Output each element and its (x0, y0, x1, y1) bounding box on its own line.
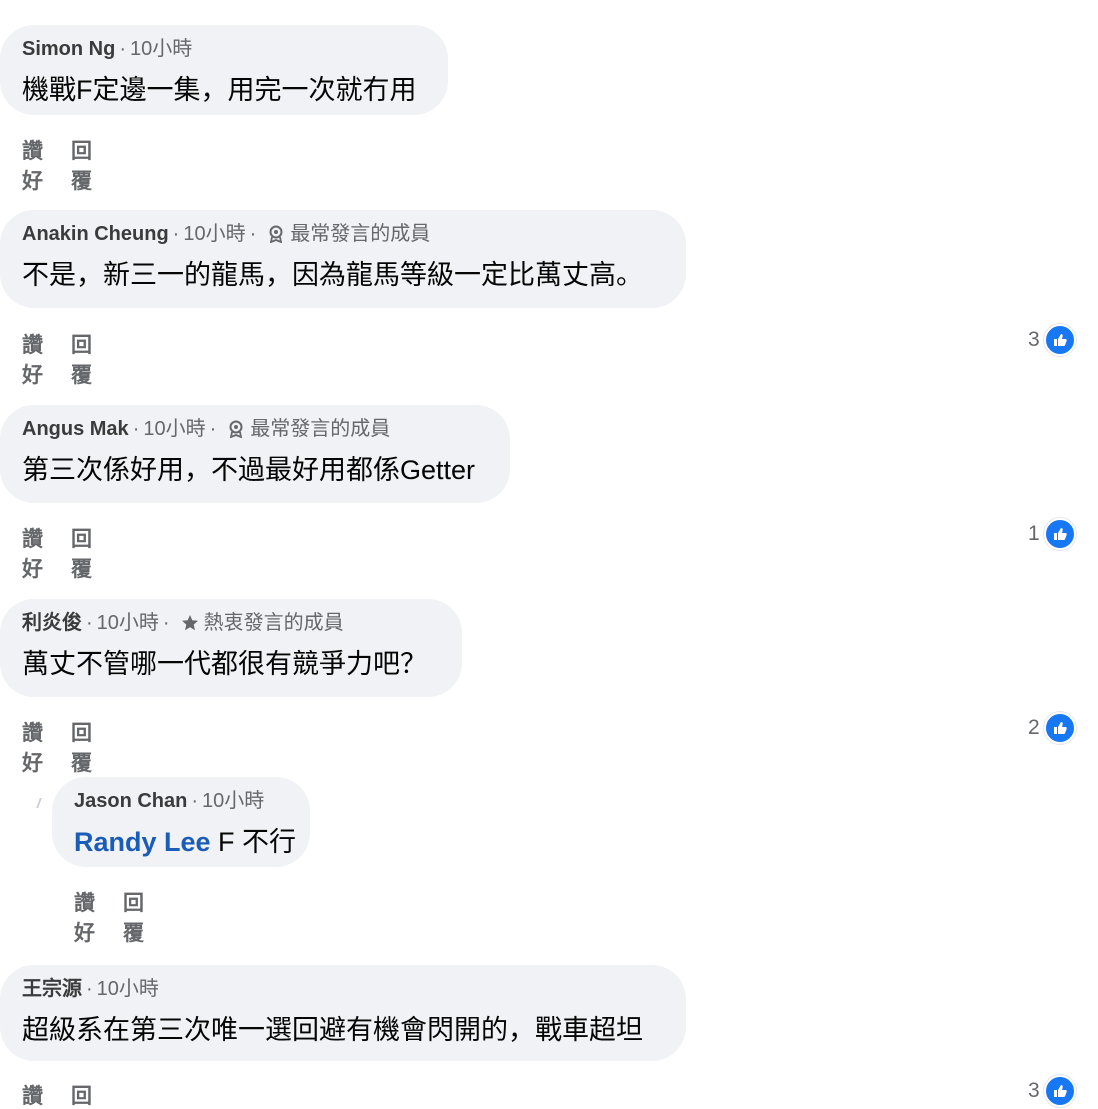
comment-time[interactable]: 10小時 (97, 610, 159, 636)
comment-bubble: Jason Chan · 10小時 Randy Lee F 不行 (52, 777, 310, 867)
comment-text: 超級系在第三次唯一選回避有機會閃開的，戰車超坦 (22, 1015, 643, 1045)
comment-bubble: 王宗源 · 10小時 超級系在第三次唯一選回避有機會閃開的，戰車超坦 (0, 965, 686, 1061)
award-badge-icon (226, 419, 246, 439)
separator-dot: · (86, 978, 93, 1000)
award-badge-icon (266, 224, 286, 244)
comment-bubble: Simon Ng · 10小時 機戰F定邊一集，用完一次就冇用 (0, 25, 448, 115)
comment-time[interactable]: 10小時 (202, 788, 264, 814)
comment-actions: 讚好 回覆 (22, 1080, 92, 1109)
comment-text: 第三次係好用，不過最好用都係Getter (22, 455, 476, 485)
comment-time[interactable]: 10小時 (183, 221, 245, 247)
comment-actions: 讚好 回覆 (22, 329, 92, 389)
contributor-badge[interactable]: 最常發言的成員 (290, 221, 430, 247)
reaction-summary[interactable]: 3 (1028, 1075, 1076, 1107)
like-button[interactable]: 讚好 (74, 887, 95, 947)
reaction-count: 3 (1028, 328, 1040, 351)
like-button[interactable]: 讚好 (22, 329, 43, 389)
comment-meta: Simon Ng · 10小時 (22, 36, 426, 62)
comment-text: 機戰F定邊一集，用完一次就冇用 (22, 75, 417, 105)
comment-time[interactable]: 10小時 (130, 36, 192, 62)
comment-meta: Jason Chan · 10小時 (74, 788, 288, 814)
reaction-summary[interactable]: 3 (1028, 324, 1076, 356)
comment-author[interactable]: 王宗源 (22, 976, 82, 1002)
comment-actions: 讚好 回覆 (22, 523, 92, 583)
thumbs-up-icon (1043, 1075, 1076, 1107)
comment-text: 不是，新三一的龍馬，因為龍馬等級一定比萬丈高。 (22, 260, 643, 290)
comment-actions: 讚好 回覆 (22, 135, 92, 195)
thumbs-up-icon (1043, 712, 1076, 744)
comment-bubble: Angus Mak · 10小時 · 最常發言的成員 第三次係好用，不過最好用都… (0, 405, 510, 503)
comment-text-body: F 不行 (210, 827, 297, 857)
separator-dot: · (191, 790, 199, 812)
separator-dot: · (119, 38, 127, 60)
comment-bubble: 利炎俊 · 10小時 · 熱衷發言的成員 萬丈不管哪一代都很有競爭力吧？ (0, 599, 462, 697)
reply-button[interactable]: 回覆 (71, 329, 92, 389)
comment-author[interactable]: 利炎俊 (22, 610, 82, 636)
like-button[interactable]: 讚好 (22, 717, 43, 777)
reaction-count: 3 (1028, 1079, 1040, 1102)
comment-meta: Angus Mak · 10小時 · 最常發言的成員 (22, 416, 488, 442)
star-icon (180, 613, 200, 633)
like-button[interactable]: 讚好 (22, 135, 43, 195)
comment-time[interactable]: 10小時 (143, 416, 205, 442)
separator-dot: · (86, 612, 93, 634)
comment-text: Randy Lee F 不行 (74, 820, 296, 859)
comment-actions: 讚好 回覆 (22, 717, 92, 777)
reaction-count: 1 (1028, 522, 1040, 545)
reply-thread-line (36, 798, 42, 808)
separator-dot: · (172, 223, 180, 245)
reaction-summary[interactable]: 2 (1028, 712, 1076, 744)
like-button[interactable]: 讚好 (22, 523, 43, 583)
separator-dot: · (249, 223, 257, 245)
reply-button[interactable]: 回覆 (71, 717, 92, 777)
thumbs-up-icon (1043, 324, 1076, 356)
reply-button[interactable]: 回覆 (71, 1080, 92, 1109)
mention-link[interactable]: Randy Lee (74, 827, 211, 857)
separator-dot: · (162, 612, 170, 634)
comment-bubble: Anakin Cheung · 10小時 · 最常發言的成員 不是，新三一的龍馬… (0, 210, 686, 308)
comment-author[interactable]: Simon Ng (22, 36, 115, 62)
reply-button[interactable]: 回覆 (71, 135, 92, 195)
comment-meta: Anakin Cheung · 10小時 · 最常發言的成員 (22, 221, 664, 247)
comment-author[interactable]: Jason Chan (74, 788, 187, 814)
contributor-badge[interactable]: 熱衷發言的成員 (204, 610, 344, 636)
comment-meta: 利炎俊 · 10小時 · 熱衷發言的成員 (22, 610, 440, 636)
reply-button[interactable]: 回覆 (71, 523, 92, 583)
comment-meta: 王宗源 · 10小時 (22, 976, 664, 1002)
reaction-count: 2 (1028, 716, 1040, 739)
like-button[interactable]: 讚好 (22, 1080, 43, 1109)
separator-dot: · (209, 418, 217, 440)
contributor-badge[interactable]: 最常發言的成員 (250, 416, 390, 442)
reply-button[interactable]: 回覆 (123, 887, 144, 947)
comment-author[interactable]: Anakin Cheung (22, 221, 169, 247)
comment-actions: 讚好 回覆 (74, 887, 144, 947)
comment-text: 萬丈不管哪一代都很有競爭力吧？ (22, 649, 427, 679)
separator-dot: · (132, 418, 140, 440)
thumbs-up-icon (1043, 518, 1076, 550)
comment-author[interactable]: Angus Mak (22, 416, 129, 442)
reaction-summary[interactable]: 1 (1028, 518, 1076, 550)
comment-time[interactable]: 10小時 (97, 976, 159, 1002)
